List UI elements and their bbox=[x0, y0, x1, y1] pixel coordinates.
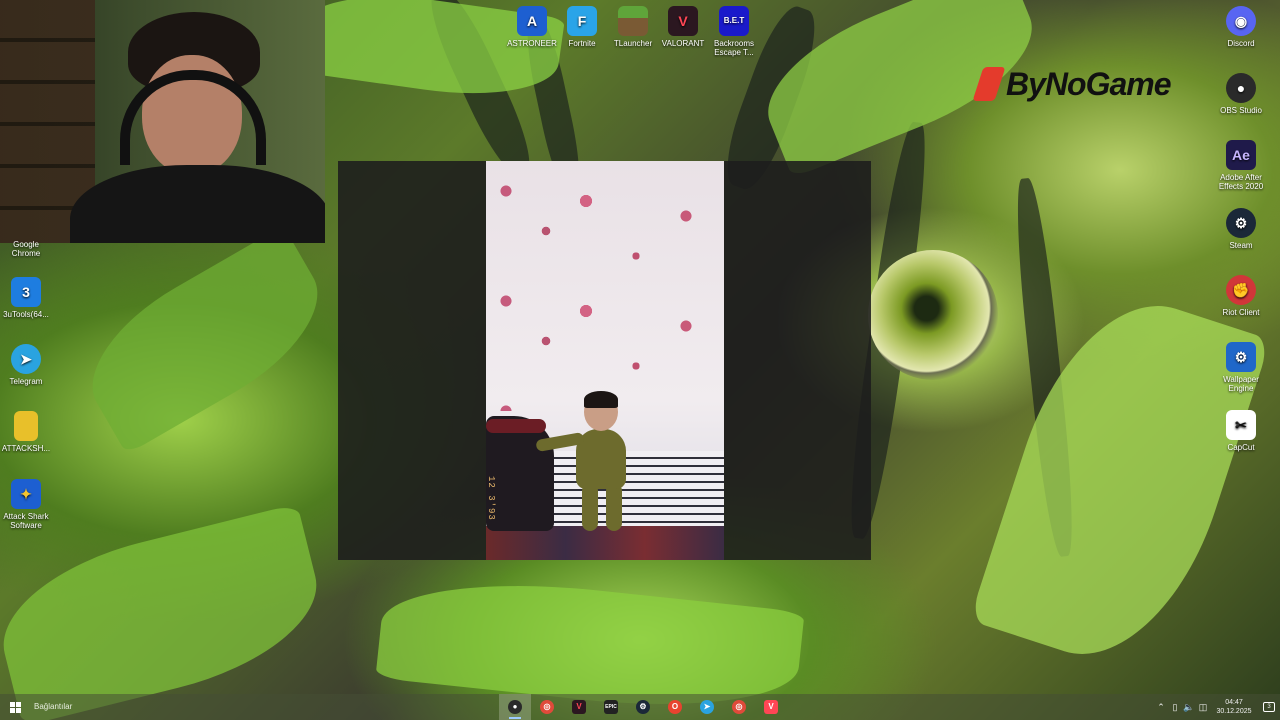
taskbar-app-telegram[interactable]: ➤ bbox=[691, 694, 723, 720]
desktop-icon-label: 3uTools(64... bbox=[3, 310, 49, 319]
desktop-icon-3utools[interactable]: 3 3uTools(64... bbox=[0, 277, 53, 319]
telegram-icon: ➤ bbox=[700, 700, 714, 714]
floral-curtain bbox=[486, 161, 724, 411]
desktop-icon-steam[interactable]: ⚙ Steam bbox=[1214, 208, 1268, 250]
notification-center-button[interactable]: 3 bbox=[1258, 694, 1280, 720]
baby-leg bbox=[606, 483, 622, 531]
taskbar-search[interactable]: Bağlantılar bbox=[30, 694, 110, 720]
watermark-text: ByNoGame bbox=[1006, 66, 1171, 102]
desktop-icon-label: VALORANT bbox=[661, 39, 705, 48]
desktop-icon-label: TLauncher bbox=[613, 39, 653, 48]
chair bbox=[486, 416, 554, 531]
fortnite-icon: F bbox=[567, 6, 597, 36]
desktop-icon-label: Google Chrome bbox=[11, 240, 41, 258]
desktop-icon-backrooms[interactable]: B.E.T Backrooms Escape T... bbox=[707, 6, 761, 57]
start-button[interactable] bbox=[0, 694, 30, 720]
photo-date-stamp: 12 3'93 bbox=[486, 476, 496, 521]
system-tray: ⌃ ▯ 🔈 ◫ 04:47 30.12.2025 3 bbox=[1154, 694, 1280, 720]
taskbar-app-steam[interactable]: ⚙ bbox=[627, 694, 659, 720]
desktop-icon-discord[interactable]: ◉ Discord bbox=[1214, 6, 1268, 48]
steam-icon: ⚙ bbox=[636, 700, 650, 714]
obs-icon: ● bbox=[508, 700, 522, 714]
desktop-icon-label: OBS Studio bbox=[1220, 106, 1262, 115]
desktop-icon-obs-studio[interactable]: ● OBS Studio bbox=[1214, 73, 1268, 115]
telegram-icon: ➤ bbox=[11, 344, 41, 374]
desktop-icon-valorant[interactable]: V VALORANT bbox=[656, 6, 710, 48]
clock-time: 04:47 bbox=[1225, 699, 1243, 706]
desktop-icon-label: Wallpaper Engine bbox=[1223, 375, 1259, 393]
steam-icon: ⚙ bbox=[1226, 208, 1256, 238]
desktop-icon-tlauncher[interactable]: TLauncher bbox=[606, 6, 660, 48]
attack-shark-icon: ✦ bbox=[11, 479, 41, 509]
windows-icon bbox=[9, 701, 21, 713]
discord-icon: ◉ bbox=[1226, 6, 1256, 36]
eye-artwork bbox=[868, 250, 998, 380]
desktop-icon-label: Backrooms Escape T... bbox=[713, 39, 754, 57]
clock[interactable]: 04:47 30.12.2025 bbox=[1210, 698, 1258, 716]
taskbar-app-obs[interactable]: ● bbox=[499, 694, 531, 720]
taskbar-app-epic-games[interactable]: EPIC bbox=[595, 694, 627, 720]
desktop-icon-google-chrome[interactable]: Google Chrome bbox=[0, 240, 53, 258]
backrooms-icon: B.E.T bbox=[719, 6, 749, 36]
obs-icon: ● bbox=[1226, 73, 1256, 103]
network-icon[interactable]: ◫ bbox=[1196, 702, 1210, 713]
desktop-icon-label: Attack Shark Software bbox=[3, 512, 49, 530]
3utools-icon: 3 bbox=[11, 277, 41, 307]
desktop-icon-label: Adobe After Effects 2020 bbox=[1218, 173, 1264, 191]
desktop-icon-label: ASTRONEER bbox=[507, 39, 557, 48]
taskbar-app-opera[interactable]: O bbox=[659, 694, 691, 720]
desktop-icon-after-effects[interactable]: Ae Adobe After Effects 2020 bbox=[1214, 140, 1268, 191]
after-effects-icon: Ae bbox=[1226, 140, 1256, 170]
taskbar-app-valorant-2[interactable]: V bbox=[755, 694, 787, 720]
wallpaper-engine-icon: ⚙ bbox=[1226, 342, 1256, 372]
chair-arm bbox=[486, 419, 546, 433]
desktop-icon-label: Fortnite bbox=[568, 39, 596, 48]
childhood-photo: 12 3'93 bbox=[486, 161, 724, 560]
baby-hair bbox=[584, 391, 618, 408]
opera-icon: O bbox=[668, 700, 682, 714]
taskbar-app-chrome-2[interactable]: ◎ bbox=[723, 694, 755, 720]
notification-count: 3 bbox=[1263, 702, 1275, 712]
bynogame-logo-icon bbox=[972, 67, 1006, 101]
desktop-icon-fortnite[interactable]: F Fortnite bbox=[555, 6, 609, 48]
volume-icon[interactable]: 🔈 bbox=[1182, 702, 1196, 713]
battery-icon[interactable]: ▯ bbox=[1168, 702, 1182, 713]
astroneer-icon: A bbox=[517, 6, 547, 36]
desktop-icon-capcut[interactable]: ✂ CapCut bbox=[1214, 410, 1268, 452]
desktop-icon-label: Discord bbox=[1227, 39, 1255, 48]
taskbar-apps: ● ◎ V EPIC ⚙ O ➤ ◎ V bbox=[499, 694, 787, 720]
taskbar-app-valorant[interactable]: V bbox=[563, 694, 595, 720]
valorant-icon: V bbox=[668, 6, 698, 36]
desktop-icon-wallpaper-engine[interactable]: ⚙ Wallpaper Engine bbox=[1214, 342, 1268, 393]
capcut-icon: ✂ bbox=[1226, 410, 1256, 440]
minecraft-icon bbox=[618, 6, 648, 36]
desktop-icon-label: CapCut bbox=[1227, 443, 1255, 452]
taskbar: Bağlantılar ● ◎ V EPIC ⚙ O ➤ ◎ V ⌃ ▯ 🔈 ◫… bbox=[0, 694, 1280, 720]
photo-viewer: 12 3'93 bbox=[338, 161, 871, 560]
desktop-icon-label: Telegram bbox=[9, 377, 43, 386]
desktop-icon-riot-client[interactable]: ✊ Riot Client bbox=[1214, 275, 1268, 317]
webcam-overlay bbox=[0, 0, 325, 243]
riot-client-icon: ✊ bbox=[1226, 275, 1256, 305]
epic-games-icon: EPIC bbox=[604, 700, 618, 714]
desktop-icon-attack-shark[interactable]: ✦ Attack Shark Software bbox=[0, 479, 53, 530]
chrome-icon: ◎ bbox=[540, 700, 554, 714]
valorant-icon: V bbox=[764, 700, 778, 714]
valorant-icon: V bbox=[572, 700, 586, 714]
clock-date: 30.12.2025 bbox=[1216, 708, 1252, 715]
folder-icon bbox=[14, 411, 38, 441]
rug bbox=[486, 526, 724, 560]
desktop-icon-astroneer[interactable]: A ASTRONEER bbox=[505, 6, 559, 48]
desktop-icon-label: Steam bbox=[1229, 241, 1253, 250]
desktop-icon-telegram[interactable]: ➤ Telegram bbox=[0, 344, 53, 386]
bynogame-watermark: ByNoGame bbox=[972, 62, 1188, 106]
desktop-icon-attackshark-folder[interactable]: ATTACKSH... bbox=[0, 411, 53, 453]
streamer-body bbox=[70, 165, 325, 243]
desktop-icon-label: Riot Client bbox=[1222, 308, 1260, 317]
baby-leg bbox=[582, 483, 598, 531]
taskbar-app-chrome[interactable]: ◎ bbox=[531, 694, 563, 720]
chrome-icon: ◎ bbox=[732, 700, 746, 714]
chevron-up-icon[interactable]: ⌃ bbox=[1154, 702, 1168, 713]
desktop-icon-label: ATTACKSH... bbox=[1, 444, 51, 453]
